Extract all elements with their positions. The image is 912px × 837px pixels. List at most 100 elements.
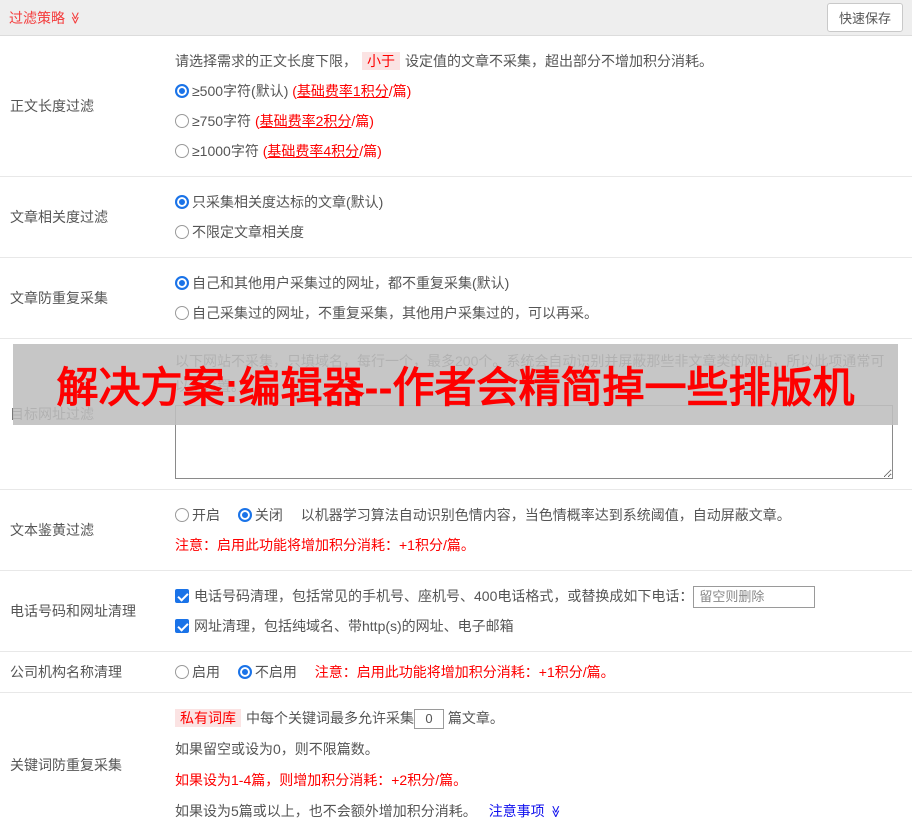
radio-porn-off[interactable] <box>237 508 252 522</box>
company-option-on: 启用 <box>175 664 220 680</box>
dedup-option-all-users: 自己和其他用户采集过的网址，都不重复采集(默认) <box>175 268 902 298</box>
keyword-limit-tail: 篇文章。 <box>447 710 504 726</box>
length-option-750-label: ≥750字符 <box>192 113 252 129</box>
checkbox-phone-clean[interactable] <box>175 589 189 603</box>
blocked-sites-textarea[interactable] <box>175 405 893 479</box>
relevance-filter-content: 只采集相关度达标的文章(默认) 不限定文章相关度 <box>175 177 912 257</box>
keyword-limit-mid: 中每个关键词最多允许采集 <box>246 710 414 726</box>
company-clean-options: 启用 不启用 注意：启用此功能将增加积分消耗：+1积分/篇。 <box>175 662 902 682</box>
company-clean-label: 公司机构名称清理 <box>10 664 122 680</box>
page-title[interactable]: 过滤策略 ≫ <box>9 8 82 28</box>
porn-filter-label: 文本鉴黄过滤 <box>10 522 94 538</box>
keyword-limit-line: 私有词库中每个关键词最多允许采集 篇文章。 <box>175 703 902 734</box>
target-url-filter-content: 以下网站不采集，只填域名，每行一个，最多200个。系统会自动识别并屏蔽那些非文章… <box>175 339 912 489</box>
dedup-collect-label: 文章防重复采集 <box>10 290 108 306</box>
porn-option-on: 开启 <box>175 507 220 523</box>
phone-url-clean-content: 电话号码清理，包括常见的手机号、座机号、400电话格式，或替换成如下电话： 网址… <box>175 571 912 651</box>
phone-replace-input[interactable] <box>693 585 816 608</box>
intro-suffix: 设定值的文章不采集，超出部分不增加积分消耗。 <box>405 53 713 69</box>
target-url-filter-label: 目标网址过滤 <box>10 406 94 422</box>
length-option-750-fee: (基础费率2积分/篇) <box>255 113 374 129</box>
keyword-limit-input[interactable] <box>414 708 444 729</box>
fee-tail: /篇) <box>359 143 382 159</box>
radio-1000-chars[interactable] <box>175 144 189 158</box>
radio-dedup-all-users[interactable] <box>175 276 189 290</box>
porn-filter-desc: 以机器学习算法自动识别色情内容，当色情概率达到系统阈值，自动屏蔽文章。 <box>300 507 791 523</box>
keyword-dedup-label: 关键词防重复采集 <box>10 757 122 773</box>
company-on-label: 启用 <box>192 664 220 680</box>
length-option-1000-fee: (基础费率4积分/篇) <box>263 143 382 159</box>
radio-company-on[interactable] <box>175 665 189 679</box>
porn-off-label: 关闭 <box>254 507 283 523</box>
radio-dedup-self-only[interactable] <box>175 306 189 320</box>
company-option-off: 不启用 <box>237 664 297 680</box>
target-url-desc: 以下网站不采集，只填域名，每行一个，最多200个。系统会自动识别并屏蔽那些非文章… <box>175 353 885 394</box>
row-company-clean: 公司机构名称清理 启用 不启用 注意：启用此功能将增加积分消耗：+1积分/篇。 <box>0 652 912 693</box>
page-header: 过滤策略 ≫ 快速保存 <box>0 0 912 36</box>
relevance-strict-label: 只采集相关度达标的文章(默认) <box>192 194 384 210</box>
porn-filter-warning: 注意：启用此功能将增加积分消耗：+1积分/篇。 <box>175 537 475 553</box>
relevance-option-any: 不限定文章相关度 <box>175 217 902 247</box>
row-body-length-filter: 正文长度过滤 请选择需求的正文长度下限， 小于 设定值的文章不采集，超出部分不增加积… <box>0 36 912 177</box>
relevance-any-label: 不限定文章相关度 <box>192 224 304 240</box>
company-off-label: 不启用 <box>254 664 297 680</box>
dedup-self-only-label: 自己采集过的网址，不重复采集，其他用户采集过的，可以再采。 <box>192 305 598 321</box>
url-clean-line: 网址清理，包括纯域名、带http(s)的网址、电子邮箱 <box>175 611 902 641</box>
notice-link[interactable]: 注意事项 ≫ <box>488 803 563 819</box>
row-dedup-collect: 文章防重复采集 自己和其他用户采集过的网址，都不重复采集(默认) 自己采集过的网… <box>0 258 912 339</box>
company-clean-warning: 注意：启用此功能将增加积分消耗：+1积分/篇。 <box>314 664 615 680</box>
private-thesaurus-link[interactable]: 私有词库 <box>175 709 241 727</box>
body-length-intro: 请选择需求的正文长度下限， 小于 设定值的文章不采集，超出部分不增加积分消耗。 <box>175 46 902 76</box>
double-chevron-down-icon: ≫ <box>68 11 83 24</box>
body-length-filter-label: 正文长度过滤 <box>10 98 94 114</box>
double-chevron-down-icon: ≫ <box>548 805 563 818</box>
dedup-collect-content: 自己和其他用户采集过的网址，都不重复采集(默认) 自己采集过的网址，不重复采集，… <box>175 258 912 338</box>
porn-filter-content: 开启 关闭 以机器学习算法自动识别色情内容，当色情概率达到系统阈值，自动屏蔽文章… <box>175 490 912 570</box>
keyword-rule-5plus-text: 如果设为5篇或以上，也不会额外增加积分消耗。 <box>175 803 477 819</box>
dedup-option-self-only: 自己采集过的网址，不重复采集，其他用户采集过的，可以再采。 <box>175 298 902 328</box>
intro-prefix: 请选择需求的正文长度下限， <box>175 53 357 69</box>
keyword-rule-1-4: 如果设为1-4篇，则增加积分消耗：+2积分/篇。 <box>175 772 468 788</box>
phone-url-clean-label: 电话号码和网址清理 <box>10 603 136 619</box>
fee-rate-link[interactable]: 基础费率4积分 <box>267 143 359 159</box>
fee-tail: /篇) <box>388 83 412 99</box>
relevance-filter-label: 文章相关度过滤 <box>10 209 108 225</box>
row-relevance-filter: 文章相关度过滤 只采集相关度达标的文章(默认) 不限定文章相关度 <box>0 177 912 258</box>
length-option-500-label: ≥500字符(默认) <box>192 83 289 99</box>
porn-option-off: 关闭 <box>237 507 283 523</box>
company-clean-content: 启用 不启用 注意：启用此功能将增加积分消耗：+1积分/篇。 <box>175 652 912 692</box>
fee-rate-link[interactable]: 基础费率1积分 <box>297 83 389 99</box>
body-length-filter-content: 请选择需求的正文长度下限， 小于 设定值的文章不采集，超出部分不增加积分消耗。 ≥5… <box>175 36 912 176</box>
phone-clean-line: 电话号码清理，包括常见的手机号、座机号、400电话格式，或替换成如下电话： <box>175 581 902 611</box>
radio-porn-on[interactable] <box>175 508 189 522</box>
keyword-rule-zero: 如果留空或设为0，则不限篇数。 <box>175 741 379 757</box>
row-porn-filter: 文本鉴黄过滤 开启 关闭 以机器学习算法自动识别色情内容，当色情概率达到系统阈值… <box>0 490 912 571</box>
length-option-500-fee: (基础费率1积分/篇) <box>292 83 411 99</box>
radio-relevance-strict[interactable] <box>175 195 189 209</box>
row-phone-url-clean: 电话号码和网址清理 电话号码清理，包括常见的手机号、座机号、400电话格式，或替… <box>0 571 912 652</box>
fee-rate-link[interactable]: 基础费率2积分 <box>260 113 352 129</box>
page-title-text: 过滤策略 <box>9 9 65 26</box>
quick-save-button[interactable]: 快速保存 <box>826 3 903 32</box>
length-option-750: ≥750字符 (基础费率2积分/篇) <box>175 106 902 136</box>
notice-link-text: 注意事项 <box>488 803 545 819</box>
length-option-1000: ≥1000字符 (基础费率4积分/篇) <box>175 136 902 166</box>
row-target-url-filter: 目标网址过滤 以下网站不采集，只填域名，每行一个，最多200个。系统会自动识别并… <box>0 339 912 490</box>
url-clean-label: 网址清理，包括纯域名、带http(s)的网址、电子邮箱 <box>194 618 514 634</box>
checkbox-url-clean[interactable] <box>175 619 189 633</box>
keyword-dedup-content: 私有词库中每个关键词最多允许采集 篇文章。 如果留空或设为0，则不限篇数。 如果… <box>175 693 912 837</box>
length-option-500: ≥500字符(默认) (基础费率1积分/篇) <box>175 76 902 106</box>
length-option-1000-label: ≥1000字符 <box>192 143 259 159</box>
radio-company-off[interactable] <box>237 665 252 679</box>
porn-filter-options: 开启 关闭 以机器学习算法自动识别色情内容，当色情概率达到系统阈值，自动屏蔽文章… <box>175 500 902 530</box>
radio-500-chars[interactable] <box>175 84 189 98</box>
keyword-rule-5plus: 如果设为5篇或以上，也不会额外增加积分消耗。 注意事项 ≫ <box>175 796 902 827</box>
dedup-all-users-label: 自己和其他用户采集过的网址，都不重复采集(默认) <box>192 275 510 291</box>
porn-on-label: 开启 <box>192 507 220 523</box>
phone-clean-label: 电话号码清理，包括常见的手机号、座机号、400电话格式，或替换成如下电话： <box>194 588 694 604</box>
less-than-tag: 小于 <box>362 52 400 70</box>
radio-relevance-any[interactable] <box>175 225 189 239</box>
fee-tail: /篇) <box>351 113 374 129</box>
relevance-option-strict: 只采集相关度达标的文章(默认) <box>175 187 902 217</box>
radio-750-chars[interactable] <box>175 114 189 128</box>
